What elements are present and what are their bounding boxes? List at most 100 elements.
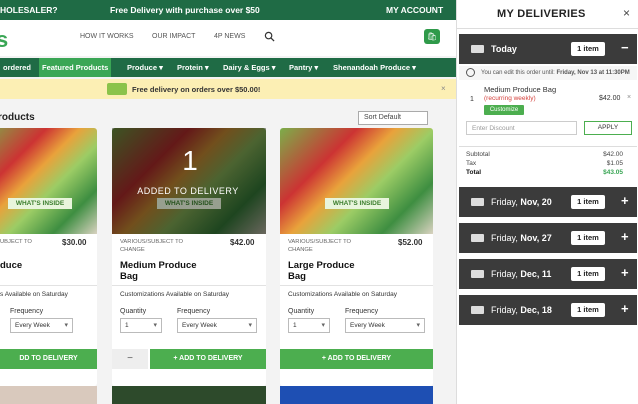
product-image	[0, 128, 97, 234]
nav-our-impact[interactable]: OUR IMPACT	[152, 33, 195, 40]
cat-dairy-eggs[interactable]: Dairy & Eggs ▾	[220, 58, 279, 77]
close-icon[interactable]: ×	[623, 6, 630, 20]
line-item-qty: 1	[470, 96, 474, 103]
product-name-line2: Bag	[120, 271, 138, 282]
apply-button[interactable]: APPLY	[584, 121, 632, 135]
product-name: Medium Produce	[120, 260, 197, 271]
search-icon[interactable]	[264, 31, 275, 42]
delivery-day-label: Friday, Dec, 18	[491, 305, 552, 315]
divider	[112, 285, 266, 286]
product-image	[280, 128, 433, 234]
frequency-select[interactable]: Every Week	[10, 318, 73, 333]
nav-4p-news[interactable]: 4P NEWS	[214, 33, 245, 40]
delivery-row[interactable]: Friday, Nov, 27 1 item +	[459, 223, 637, 253]
add-to-delivery-button[interactable]: DD TO DELIVERY	[0, 349, 97, 369]
product-name: Large Produce	[288, 260, 355, 271]
delivery-row-today[interactable]: Today 1 item −	[459, 34, 637, 64]
frequency-select[interactable]: Every Week	[345, 318, 425, 333]
cat-ordered[interactable]: ordered	[0, 58, 34, 77]
delivery-day-label: Today	[491, 44, 517, 54]
delivery-row[interactable]: Friday, Nov, 20 1 item +	[459, 187, 637, 217]
panel-title: MY DELIVERIES	[497, 8, 586, 20]
top-promo-bar: HOLESALER? Free Delivery with purchase o…	[0, 0, 456, 20]
item-count-badge: 1 item	[571, 231, 605, 245]
cat-pantry[interactable]: Pantry ▾	[286, 58, 321, 77]
product-card-large: WHAT'S INSIDE VARIOUS/SUBJECT TO CHANGE …	[280, 128, 433, 386]
cat-shenandoah-produce[interactable]: Shenandoah Produce ▾	[330, 58, 419, 77]
divider	[459, 146, 637, 147]
product-thumbnail[interactable]	[0, 386, 97, 404]
frequency-label: Frequency	[345, 308, 379, 315]
free-delivery-banner: Free delivery on orders over $50.00! ×	[0, 79, 456, 99]
my-account-link[interactable]: MY ACCOUNT	[386, 5, 443, 15]
sort-select[interactable]: Sort Default	[358, 111, 428, 125]
truck-icon	[471, 270, 484, 278]
nav-how-it-works[interactable]: HOW IT WORKS	[80, 33, 134, 40]
whats-inside-button[interactable]: WHAT'S INSIDE	[325, 198, 389, 209]
product-thumbnail[interactable]	[112, 386, 266, 404]
divider	[280, 285, 433, 286]
truck-icon	[471, 198, 484, 206]
add-to-delivery-button[interactable]: + ADD TO DELIVERY	[280, 349, 433, 369]
cat-produce[interactable]: Produce ▾	[124, 58, 166, 77]
item-count-badge: 1 item	[571, 42, 605, 56]
wholesaler-link[interactable]: HOLESALER?	[0, 5, 58, 15]
cat-featured-products[interactable]: Featured Products	[39, 58, 112, 77]
banner-close-icon[interactable]: ×	[441, 84, 446, 93]
quantity-label: Quantity	[288, 308, 315, 315]
added-count: 1	[182, 145, 198, 176]
truck-icon	[471, 306, 484, 314]
frequency-select[interactable]: Every Week	[177, 318, 257, 333]
delivery-row[interactable]: Friday, Dec, 18 1 item +	[459, 295, 637, 325]
cart-bag-icon[interactable]: 🛍	[424, 29, 440, 44]
product-subtitle: UBJECT TO	[0, 239, 32, 245]
cat-protein[interactable]: Protein ▾	[174, 58, 212, 77]
banner-text: Free delivery on orders over $50.00!	[132, 85, 261, 94]
frequency-label: Frequency	[177, 308, 211, 315]
quantity-select[interactable]: 1	[288, 318, 330, 333]
product-subtitle: VARIOUS/SUBJECT TO CHANGE	[120, 239, 184, 253]
line-item-name: Medium Produce Bag	[484, 85, 557, 94]
subtotal-label: Subtotal	[466, 151, 490, 158]
delivery-row[interactable]: Friday, Dec, 11 1 item +	[459, 259, 637, 289]
add-to-delivery-button[interactable]: + ADD TO DELIVERY	[150, 349, 266, 369]
item-count-badge: 1 item	[571, 267, 605, 281]
added-to-delivery-text: ADDED TO DELIVERY	[137, 186, 239, 196]
expand-toggle[interactable]: +	[621, 229, 629, 244]
product-price: $52.00	[398, 238, 423, 247]
frequency-label: Frequency	[10, 308, 44, 315]
customize-button[interactable]: Customize	[484, 105, 524, 115]
clock-icon	[466, 68, 475, 77]
collapse-toggle[interactable]: −	[621, 40, 629, 55]
truck-icon	[471, 234, 484, 242]
item-count-badge: 1 item	[571, 303, 605, 317]
delivery-truck-icon	[107, 83, 127, 95]
site-header: s HOW IT WORKS OUR IMPACT 4P NEWS 🛍	[0, 20, 456, 56]
discount-input[interactable]: Enter Discount	[466, 121, 577, 135]
product-card-small: WHAT'S INSIDE UBJECT TO $30.00 duce s Av…	[0, 128, 97, 386]
expand-toggle[interactable]: +	[621, 265, 629, 280]
expand-toggle[interactable]: +	[621, 301, 629, 316]
delivery-day-label: Friday, Nov, 20	[491, 197, 552, 207]
tax-label: Tax	[466, 160, 477, 167]
quantity-select[interactable]: 1	[120, 318, 162, 333]
delivery-day-label: Friday, Nov, 27	[491, 233, 552, 243]
decrease-quantity-button[interactable]: −	[112, 349, 148, 369]
item-count-badge: 1 item	[571, 195, 605, 209]
total-value: $43.05	[603, 169, 623, 176]
customization-note: s Available on Saturday	[0, 291, 68, 298]
total-label: Total	[466, 169, 482, 176]
deliveries-panel: MY DELIVERIES × Today 1 item − You can e…	[456, 0, 638, 404]
tax-value: $1.05	[606, 160, 623, 167]
product-price: $42.00	[230, 238, 255, 247]
divider	[0, 285, 97, 286]
page: HOLESALER? Free Delivery with purchase o…	[0, 0, 638, 404]
site-logo[interactable]: s	[0, 27, 8, 53]
remove-item-icon[interactable]: ×	[627, 94, 631, 101]
whats-inside-button[interactable]: WHAT'S INSIDE	[8, 198, 72, 209]
products-title: roducts	[0, 112, 35, 123]
customization-note: Customizations Available on Saturday	[288, 291, 397, 298]
product-thumbnail[interactable]	[280, 386, 433, 404]
product-subtitle: VARIOUS/SUBJECT TO CHANGE	[288, 239, 352, 253]
expand-toggle[interactable]: +	[621, 193, 629, 208]
